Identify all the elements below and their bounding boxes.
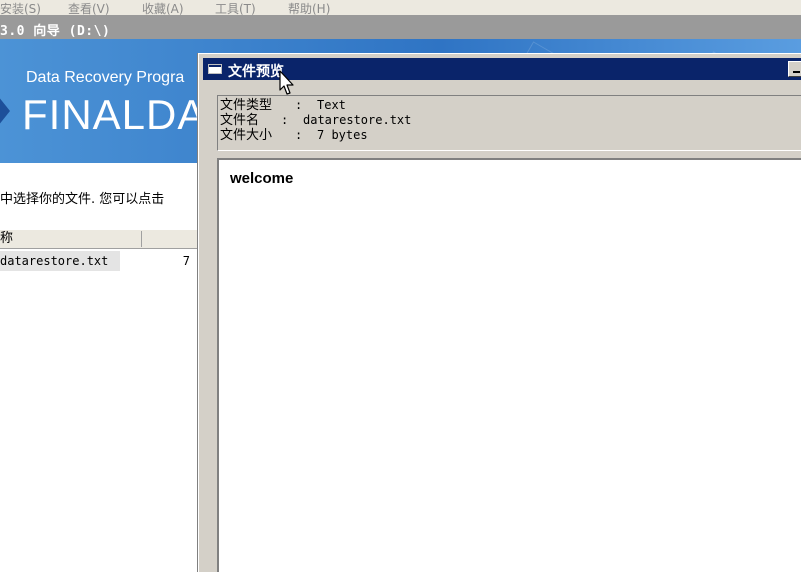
menu-item-help[interactable]: 帮助(H) xyxy=(288,3,330,15)
minimize-button[interactable] xyxy=(788,61,801,77)
file-type-separator: : xyxy=(295,98,303,112)
file-size-value: 7 bytes xyxy=(317,128,368,142)
file-size-label: 文件大小 xyxy=(220,128,273,143)
file-list-header: 称 xyxy=(0,229,200,249)
banner-brand: FINALDA xyxy=(22,91,207,138)
dialog-title: 文件预览 xyxy=(228,64,284,80)
file-type-value: Text xyxy=(317,98,346,112)
window-icon xyxy=(208,64,222,74)
file-size-separator: : xyxy=(295,128,303,142)
file-info-panel: 文件类型 : Text 文件名 : datarestore.txt 文件大小 :… xyxy=(217,95,801,151)
diamond-logo-icon xyxy=(0,98,10,124)
file-content-text: welcome xyxy=(230,170,294,187)
banner-subtitle: Data Recovery Progra xyxy=(26,69,185,86)
menu-item-favorites[interactable]: 收藏(A) xyxy=(142,3,184,15)
file-size-cell: 7 xyxy=(182,254,190,268)
main-window-title: 3.0 向导 (D:\) xyxy=(0,24,111,39)
column-header-name[interactable]: 称 xyxy=(0,231,142,247)
file-name-cell[interactable]: datarestore.txt xyxy=(0,251,120,271)
column-header-size[interactable] xyxy=(143,231,200,247)
file-list-row[interactable]: datarestore.txt 7 xyxy=(0,251,200,271)
file-name-separator: : xyxy=(281,113,289,127)
menu-item-view[interactable]: 查看(V) xyxy=(68,3,110,15)
menu-item-install[interactable]: 安装(S) xyxy=(0,3,41,15)
menu-bar: 安装(S) 查看(V) 收藏(A) 工具(T) 帮助(H) xyxy=(0,0,801,15)
instruction-text: 中选择你的文件. 您可以点击 xyxy=(0,192,165,207)
file-preview-dialog: 文件预览 文件类型 : Text 文件名 : datarestore.txt 文… xyxy=(198,53,801,572)
screen: 安装(S) 查看(V) 收藏(A) 工具(T) 帮助(H) 3.0 向导 (D:… xyxy=(0,0,801,572)
menu-item-tools[interactable]: 工具(T) xyxy=(215,3,256,15)
file-content-viewer[interactable]: welcome xyxy=(217,158,801,572)
file-name-label: 文件名 xyxy=(220,113,260,128)
mouse-pointer-icon xyxy=(279,70,294,95)
file-type-label: 文件类型 xyxy=(220,98,273,113)
file-name-value: datarestore.txt xyxy=(303,113,412,127)
main-window-titlebar: 3.0 向导 (D:\) xyxy=(0,15,801,39)
